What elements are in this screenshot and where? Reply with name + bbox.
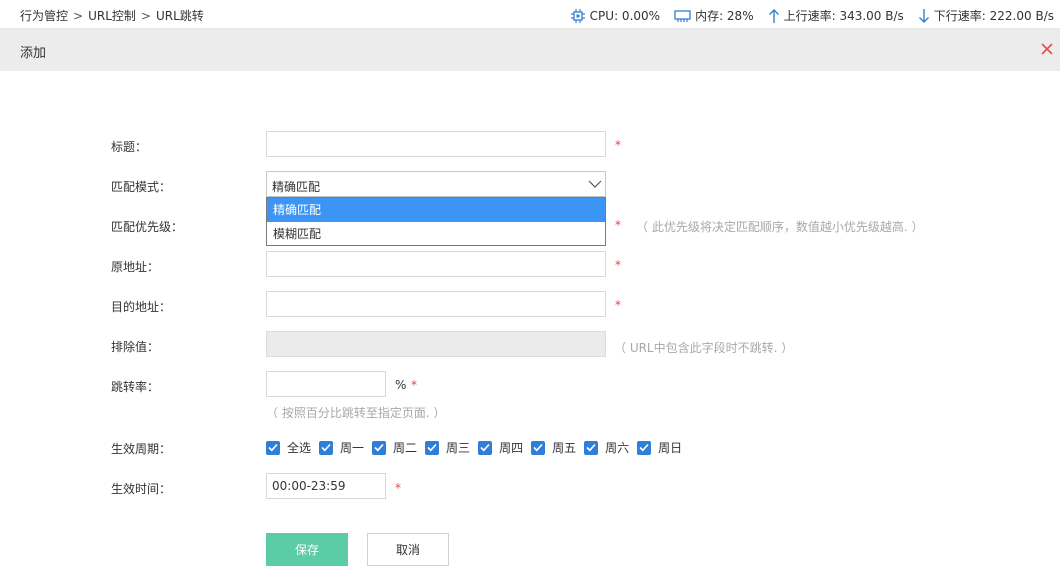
checkbox-label: 全选 <box>287 441 312 455</box>
check-icon <box>584 440 599 455</box>
checkbox-sunday[interactable]: 周日 <box>637 439 682 456</box>
required-mark: * <box>615 138 621 152</box>
checkbox-thursday[interactable]: 周四 <box>478 439 523 456</box>
match-mode-select[interactable]: 精确匹配 <box>266 171 606 197</box>
match-mode-label: 匹配模式： <box>111 180 172 194</box>
download-stat: 下行速率: 222.00 B/s <box>918 7 1054 24</box>
breadcrumb-separator: > <box>140 9 151 23</box>
destination-address-input[interactable] <box>266 291 606 317</box>
source-address-label: 原地址： <box>111 260 160 274</box>
download-value: 下行速率: 222.00 B/s <box>933 9 1054 23</box>
period-checkboxes: 全选 周一 周二 周三 周四 周五 周六 周日 <box>266 439 690 456</box>
memory-icon <box>674 9 691 22</box>
title-label: 标题： <box>111 140 148 154</box>
match-mode-option-fuzzy[interactable]: 模糊匹配 <box>267 222 605 246</box>
checkbox-label: 周日 <box>658 441 683 455</box>
check-icon <box>372 440 387 455</box>
title-input[interactable] <box>266 131 606 157</box>
required-mark: * <box>615 298 621 312</box>
source-address-input[interactable] <box>266 251 606 277</box>
redirect-rate-label: 跳转率： <box>111 380 160 394</box>
checkbox-label: 周五 <box>552 441 577 455</box>
check-icon <box>531 440 546 455</box>
system-stats: CPU: 0.00% 内存: 28% 上行速率: 343.00 B/s 下行速率… <box>556 7 1054 24</box>
memory-stat: 内存: 28% <box>674 7 754 24</box>
match-mode-dropdown: 精确匹配 模糊匹配 <box>266 197 606 246</box>
checkbox-saturday[interactable]: 周六 <box>584 439 629 456</box>
check-icon <box>319 440 334 455</box>
redirect-rate-hint: （ 按照百分比跳转至指定页面. ） <box>266 406 446 420</box>
check-icon <box>425 440 440 455</box>
checkbox-friday[interactable]: 周五 <box>531 439 576 456</box>
checkbox-label: 周三 <box>446 441 471 455</box>
checkbox-label: 周六 <box>605 441 630 455</box>
close-icon[interactable] <box>1040 42 1054 56</box>
breadcrumb-item-current: URL跳转 <box>155 9 204 23</box>
exclude-input[interactable] <box>266 331 606 357</box>
priority-label: 匹配优先级： <box>111 220 184 234</box>
percent-unit: % <box>395 378 407 392</box>
cancel-button[interactable]: 取消 <box>367 533 449 566</box>
exclude-label: 排除值： <box>111 340 160 354</box>
breadcrumb-item[interactable]: 行为管控 <box>20 9 68 23</box>
required-mark: * <box>615 218 621 232</box>
check-icon <box>266 440 280 455</box>
chevron-down-icon <box>588 180 602 188</box>
checkbox-label: 周二 <box>393 441 418 455</box>
save-button[interactable]: 保存 <box>266 533 348 566</box>
cpu-icon <box>570 8 585 23</box>
check-icon <box>478 440 493 455</box>
arrow-down-icon <box>918 8 929 23</box>
checkbox-tuesday[interactable]: 周二 <box>372 439 417 456</box>
top-status-bar: 行为管控 > URL控制 > URL跳转 CPU: 0.00% 内存: 28% 上行速率… <box>0 0 1060 29</box>
effective-time-input[interactable] <box>266 473 386 499</box>
breadcrumb: 行为管控 > URL控制 > URL跳转 <box>20 7 204 24</box>
checkbox-label: 周一 <box>340 441 365 455</box>
upload-value: 上行速率: 343.00 B/s <box>783 9 904 23</box>
upload-stat: 上行速率: 343.00 B/s <box>768 7 904 24</box>
breadcrumb-item[interactable]: URL控制 <box>88 9 136 23</box>
required-mark: * <box>395 481 401 495</box>
check-icon <box>637 440 652 455</box>
arrow-up-icon <box>768 8 779 23</box>
cpu-value: CPU: 0.00% <box>589 8 661 23</box>
match-mode-value: 精确匹配 <box>272 180 321 194</box>
dialog-header: 添加 <box>0 29 1060 71</box>
redirect-rate-input[interactable] <box>266 371 386 397</box>
effective-time-label: 生效时间： <box>111 482 172 496</box>
memory-value: 内存: 28% <box>695 9 754 23</box>
dialog-title: 添加 <box>20 46 47 61</box>
checkbox-select-all[interactable]: 全选 <box>266 439 311 456</box>
cpu-stat: CPU: 0.00% <box>570 8 660 24</box>
period-label: 生效周期： <box>111 442 172 456</box>
checkbox-label: 周四 <box>499 441 524 455</box>
required-mark: * <box>411 378 417 392</box>
checkbox-monday[interactable]: 周一 <box>319 439 364 456</box>
match-mode-option-exact[interactable]: 精确匹配 <box>267 198 605 222</box>
required-mark: * <box>615 258 621 272</box>
priority-hint: （ 此优先级将决定匹配顺序，数值越小优先级越高. ） <box>636 220 924 234</box>
breadcrumb-separator: > <box>73 9 84 23</box>
destination-address-label: 目的地址： <box>111 300 172 314</box>
exclude-hint: （ URL中包含此字段时不跳转. ） <box>614 341 794 355</box>
checkbox-wednesday[interactable]: 周三 <box>425 439 470 456</box>
